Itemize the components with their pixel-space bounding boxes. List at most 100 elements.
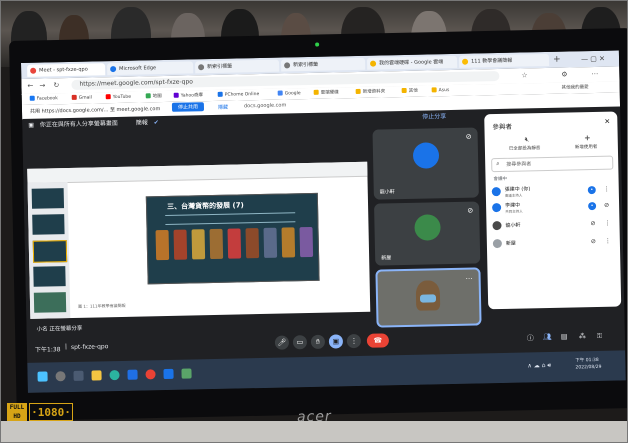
- slide-thumbnail[interactable]: [33, 292, 67, 313]
- mic-muted-icon[interactable]: ⊘: [591, 236, 596, 248]
- webcam-dot: [315, 42, 320, 47]
- more-options-icon[interactable]: ⋮: [604, 218, 610, 230]
- other-bookmarks[interactable]: 其他我的最愛: [562, 84, 589, 91]
- dropbox-icon[interactable]: [127, 369, 138, 380]
- banknote-image: [281, 227, 296, 258]
- tab-new-2[interactable]: 新索引標籤: [280, 57, 366, 72]
- bookmark-other[interactable]: 其他: [401, 87, 418, 94]
- bookmark-drive[interactable]: 雲端硬碟: [313, 89, 339, 96]
- slide-thumbnail[interactable]: [32, 240, 68, 263]
- banknote-image: [299, 226, 314, 258]
- add-person-icon[interactable]: ➕︎: [585, 134, 590, 143]
- chat-icon[interactable]: ▤: [561, 333, 568, 341]
- participant-row[interactable]: 龍小軒 ⊘ ⋮: [492, 218, 612, 233]
- profile-icon[interactable]: ⚙: [561, 71, 567, 79]
- start-icon[interactable]: [37, 371, 48, 382]
- avatar: [492, 220, 502, 231]
- file-explorer-icon[interactable]: [91, 370, 102, 381]
- stop-share-link[interactable]: 停止分享: [422, 110, 446, 124]
- participant-row[interactable]: 新屋 ⊘ ⋮: [492, 236, 613, 251]
- leave-call-button[interactable]: ☎︎: [366, 333, 390, 348]
- activities-icon[interactable]: ⁂: [579, 332, 586, 340]
- edge-icon[interactable]: [109, 370, 120, 381]
- bookmark-folder[interactable]: 新增資料夾: [355, 88, 385, 95]
- tab-meet[interactable]: Meet - spt-fxze-qpo: [27, 63, 106, 77]
- share-domain-text: docs.google.com: [243, 102, 287, 110]
- banknote-image: [245, 228, 260, 259]
- presenter-label: 小名 正在螢幕分享: [36, 325, 83, 333]
- more-options-icon[interactable]: ⋮: [605, 236, 611, 248]
- taskbar-clock[interactable]: 下午 01:38: [575, 357, 599, 363]
- self-view-tile[interactable]: ⋯: [375, 267, 482, 328]
- new-tab-icon[interactable]: +: [553, 54, 561, 66]
- window-controls-icon[interactable]: — ▢ ✕: [581, 53, 605, 65]
- tab-edge[interactable]: Microsoft Edge: [107, 61, 194, 76]
- mic-muted-icon[interactable]: ⊘: [590, 218, 595, 230]
- in-meeting-section-label: 會議中: [493, 176, 508, 183]
- slide-bullet-lines: [165, 212, 296, 226]
- tab-new-1[interactable]: 新索引標籤: [195, 59, 280, 74]
- close-icon[interactable]: ✕: [604, 118, 610, 126]
- bookmark-gmail[interactable]: Gmail: [71, 94, 92, 101]
- more-options-button[interactable]: ⋮: [346, 333, 362, 349]
- tab-label: 新索引標籤: [293, 61, 319, 69]
- chrome-icon[interactable]: [145, 369, 156, 380]
- mic-toggle-button[interactable]: 🎤︎: [274, 335, 290, 350]
- banknote-image: [227, 228, 242, 259]
- tab-drive[interactable]: 我的雲端硬碟 - Google 雲端: [366, 55, 458, 70]
- slide-thumbnail[interactable]: [32, 214, 65, 235]
- slides-thumbnail-strip[interactable]: [27, 182, 71, 319]
- people-icon[interactable]: 👥︎: [543, 333, 552, 341]
- lock-icon[interactable]: ⚿: [597, 332, 603, 341]
- extensions-icon[interactable]: ☆: [521, 71, 527, 79]
- slides-toolbar: [27, 161, 368, 184]
- shared-slides-window[interactable]: 三、台灣貨幣的發展 (7) 圖 1：111年教學會議簡報: [27, 161, 371, 319]
- participant-name: 新屋: [381, 255, 392, 262]
- raise-hand-button[interactable]: ✋︎: [310, 334, 326, 349]
- hide-share-button[interactable]: 隱藏: [218, 104, 228, 111]
- taskbar-date[interactable]: 2022/08/29: [575, 365, 601, 371]
- camera-toggle-button[interactable]: ▭: [292, 335, 308, 350]
- page-favicon-icon: [284, 62, 291, 69]
- reload-icon[interactable]: ↻: [53, 81, 59, 89]
- bookmark-youtube[interactable]: YouTube: [105, 94, 131, 101]
- forward-icon[interactable]: →: [39, 81, 45, 89]
- bookmark-maps[interactable]: 地圖: [145, 93, 162, 99]
- search-icon[interactable]: [55, 371, 66, 382]
- participant-tile[interactable]: ⊘ 新屋: [374, 201, 481, 266]
- bookmark-google[interactable]: Google: [277, 90, 301, 96]
- task-view-icon[interactable]: [73, 370, 84, 381]
- search-participants-input[interactable]: ⌕ 搜尋參與者: [491, 155, 614, 173]
- banknote-image: [191, 229, 206, 260]
- tab-label: 我的雲端硬碟 - Google 雲端: [379, 59, 444, 67]
- bookmark-facebook[interactable]: Facebook: [29, 95, 58, 102]
- stop-sharing-button[interactable]: 停止共用: [171, 102, 205, 112]
- info-icon[interactable]: ⓘ: [527, 333, 534, 343]
- bookmark-pchome[interactable]: PChome Online: [217, 91, 259, 98]
- tray-icons[interactable]: ∧ ☁ ⌂ 🔊︎: [527, 362, 551, 370]
- participant-tile[interactable]: ⊘ 龍小軒: [372, 127, 479, 200]
- slide-thumbnail[interactable]: [31, 188, 65, 209]
- photo-frame: Meet - spt-fxze-qpo Microsoft Edge 新索引標籤…: [0, 0, 628, 443]
- participant-name: 龍小軒: [505, 222, 521, 229]
- participant-role: 共同主持人: [505, 209, 523, 214]
- more-options-icon[interactable]: ⋮: [604, 184, 610, 196]
- mail-icon[interactable]: [163, 368, 174, 380]
- tab-slides[interactable]: 111 教學會議簡報: [458, 53, 550, 68]
- tab-label: 新索引標籤: [207, 63, 233, 71]
- more-options-icon[interactable]: ⋯: [466, 275, 473, 283]
- add-people-label: 新增使用者: [574, 144, 598, 151]
- present-button[interactable]: ▣: [328, 334, 344, 349]
- mute-all-icon[interactable]: 🔇︎: [525, 135, 530, 144]
- bookmark-yahoo[interactable]: Yahoo奇摩: [173, 92, 203, 99]
- participant-row[interactable]: 張建中 (你) 會議主持人 • ⋮: [491, 184, 612, 199]
- meeting-code: spt-fxze-qpo: [70, 343, 109, 352]
- menu-icon[interactable]: ⋯: [591, 70, 598, 78]
- page-favicon-icon: [198, 64, 205, 71]
- bookmark-asus[interactable]: Asus: [431, 87, 449, 93]
- slide-thumbnail[interactable]: [33, 266, 66, 287]
- back-icon[interactable]: ←: [27, 82, 33, 90]
- mic-muted-icon[interactable]: ⊘: [604, 200, 609, 212]
- photos-icon[interactable]: [181, 368, 192, 379]
- participant-row[interactable]: 李建中 共同主持人 • ⊘: [492, 200, 612, 215]
